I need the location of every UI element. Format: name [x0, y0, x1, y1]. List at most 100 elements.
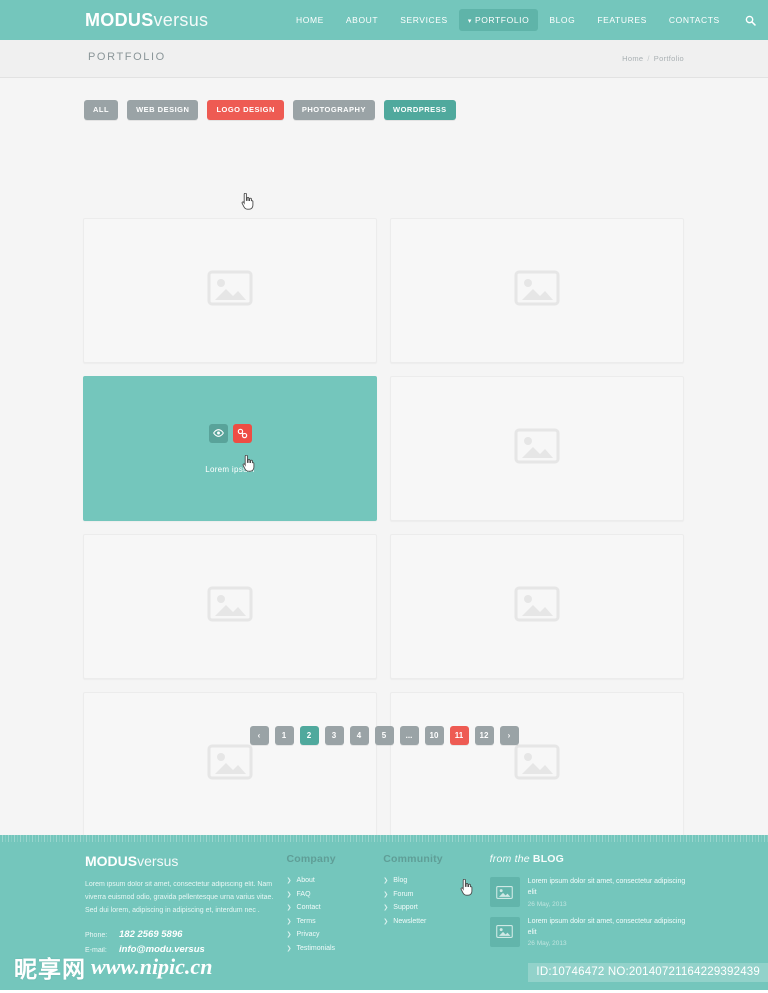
chevron-right-icon: ❯	[383, 878, 389, 884]
site-logo[interactable]: MODUSversus	[85, 10, 208, 31]
pagination-page-4[interactable]: 4	[349, 726, 369, 745]
footer-email-value[interactable]: info@modu.versus	[119, 944, 205, 955]
footer-link-label: About	[296, 877, 315, 884]
nav-label: FEATURES	[597, 15, 647, 25]
footer-column-about: MODUSversus Lorem ipsum dolor sit amet, …	[85, 853, 279, 959]
footer-link-label: Contact	[296, 904, 321, 911]
chevron-right-icon: ❯	[383, 918, 389, 925]
footer-link-terms[interactable]: ❯ Terms	[287, 918, 384, 925]
footer-link-about[interactable]: ❯ About	[287, 877, 384, 884]
nav-item-services[interactable]: SERVICES	[389, 9, 459, 31]
filter-button-all[interactable]: ALL	[84, 100, 119, 120]
chevron-right-icon: ❯	[286, 905, 292, 911]
footer-blog-post-body: Lorem ipsum dolor sit amet, consectetur …	[528, 877, 688, 908]
image-placeholder-icon	[514, 739, 560, 790]
breadcrumb-separator: /	[647, 54, 650, 63]
link-icon[interactable]	[232, 423, 252, 443]
portfolio-card[interactable]	[83, 692, 377, 837]
chevron-right-icon: ❯	[286, 945, 292, 952]
footer-blog-post-title: Lorem ipsum dolor sit amet, consectetur …	[527, 878, 686, 896]
site-header: MODUSversus HOME ABOUT SERVICES ▾ PORTFOL…	[0, 0, 768, 45]
footer-column-company: Company ❯ About ❯ FAQ ❯ Contact ❯ Terms …	[287, 853, 384, 959]
chevron-right-icon: ❯	[286, 878, 292, 884]
portfolio-card[interactable]	[390, 376, 684, 521]
footer-link-label: Terms	[296, 917, 316, 925]
nav-label: ABOUT	[345, 15, 379, 25]
watermark-id-bar: ID:10746472 NO:20140721164229392439	[528, 963, 768, 982]
footer-phone-value: 182 2569 5896	[119, 928, 183, 940]
logo-bold-text: MODUS	[85, 9, 154, 30]
footer-blog-post[interactable]: Lorem ipsum dolor sit amet, consectetur …	[489, 916, 688, 948]
portfolio-card[interactable]	[390, 534, 684, 679]
filter-label: ALL	[93, 105, 110, 114]
nav-label: CONTACTS	[668, 15, 720, 25]
pagination-page-12[interactable]: 12	[474, 726, 494, 745]
portfolio-card[interactable]	[390, 218, 684, 363]
breadcrumb-home-link[interactable]: Home	[622, 54, 643, 63]
nav-item-about[interactable]: ABOUT	[335, 9, 389, 31]
search-icon[interactable]	[745, 15, 756, 26]
footer-community-heading: Community	[383, 853, 443, 865]
footer-link-forum[interactable]: ❯ Forum	[383, 891, 489, 898]
mouse-cursor-pointer	[241, 192, 254, 210]
main-navigation: HOME ABOUT SERVICES ▾ PORTFOLIO BLOG FEAT…	[285, 9, 756, 31]
footer-blog-heading-bold: BLOG	[532, 853, 565, 865]
footer-phone-label: Phone:	[85, 931, 108, 939]
nav-item-features[interactable]: FEATURES	[586, 9, 658, 31]
filter-label: WORDPRESS	[392, 105, 447, 114]
site-footer: MODUSversus Lorem ipsum dolor sit amet, …	[0, 835, 768, 990]
footer-blog-post-date: 26 May, 2013	[527, 940, 567, 948]
footer-link-testimonials[interactable]: ❯ Testimonials	[287, 945, 384, 952]
watermark-cjk-text: 昵享网	[14, 957, 86, 983]
pagination-prev-button[interactable]: ‹	[249, 726, 269, 745]
portfolio-card[interactable]	[83, 534, 377, 679]
footer-blog-heading: from the BLOG	[490, 853, 688, 865]
page-title: PORTFOLIO	[88, 51, 166, 63]
chevron-right-icon: ❯	[286, 891, 292, 898]
footer-link-label: Privacy	[296, 931, 320, 938]
portfolio-card[interactable]	[83, 218, 377, 363]
logo-light-text: versus	[153, 9, 209, 30]
filter-button-web-design[interactable]: WEB DESIGN	[127, 100, 199, 120]
footer-link-blog[interactable]: ❯ Blog	[383, 877, 489, 884]
nav-item-portfolio[interactable]: ▾ PORTFOLIO	[458, 9, 539, 31]
pagination-page-2[interactable]: 2	[299, 726, 319, 745]
footer-link-contact[interactable]: ❯ Contact	[287, 904, 384, 911]
footer-blog-post-body: Lorem ipsum dolor sit amet, consectetur …	[528, 917, 688, 948]
portfolio-card-hovered[interactable]: Lorem ipsum	[83, 376, 377, 521]
footer-link-support[interactable]: ❯ Support	[383, 904, 489, 911]
pagination-page-1[interactable]: 1	[274, 726, 294, 745]
pagination-page-11[interactable]: 11	[449, 726, 469, 745]
chevron-right-icon: ❯	[383, 905, 389, 911]
footer-link-privacy[interactable]: ❯ Privacy	[287, 931, 384, 938]
pagination-next-button[interactable]: ›	[499, 726, 519, 745]
filter-label: PHOTOGRAPHY	[301, 105, 366, 114]
footer-logo[interactable]: MODUSversus	[85, 853, 279, 869]
pagination-page-10[interactable]: 10	[424, 726, 444, 745]
page-title-bar: PORTFOLIO Home / Portfolio	[0, 40, 768, 78]
footer-blog-post[interactable]: Lorem ipsum dolor sit amet, consectetur …	[489, 877, 688, 908]
eye-icon[interactable]	[208, 423, 228, 443]
pagination-page-3[interactable]: 3	[324, 726, 344, 745]
nav-label: BLOG	[549, 15, 576, 25]
pagination-page-5[interactable]: 5	[374, 726, 394, 745]
nav-label: SERVICES	[400, 15, 448, 25]
filter-button-logo-design[interactable]: LOGO DESIGN	[207, 100, 284, 120]
nav-item-contacts[interactable]: CONTACTS	[658, 9, 731, 31]
footer-blog-heading-italic: from the	[489, 853, 533, 865]
nav-item-blog[interactable]: BLOG	[538, 9, 586, 31]
nav-label: PORTFOLIO	[474, 15, 530, 25]
filter-button-wordpress[interactable]: WORDPRESS	[383, 100, 456, 120]
portfolio-card[interactable]	[390, 692, 684, 837]
footer-blog-post-title: Lorem ipsum dolor sit amet, consectetur …	[527, 917, 686, 936]
footer-link-newsletter[interactable]: ❯ Newsletter	[383, 918, 489, 925]
nav-item-home[interactable]: HOME	[285, 9, 335, 31]
filter-button-photography[interactable]: PHOTOGRAPHY	[292, 100, 375, 120]
blog-thumbnail-placeholder-icon	[489, 916, 520, 947]
footer-phone-row: Phone: 182 2569 5896	[85, 929, 279, 940]
main-content: ALL WEB DESIGN LOGO DESIGN PHOTOGRAPHY W…	[0, 78, 768, 896]
footer-column-blog: from the BLOG Lorem ipsum dolor sit amet…	[489, 853, 688, 959]
footer-blog-post-date: 26 May, 2013	[527, 900, 567, 908]
footer-link-faq[interactable]: ❯ FAQ	[287, 891, 384, 898]
chevron-right-icon: ❯	[286, 932, 292, 938]
